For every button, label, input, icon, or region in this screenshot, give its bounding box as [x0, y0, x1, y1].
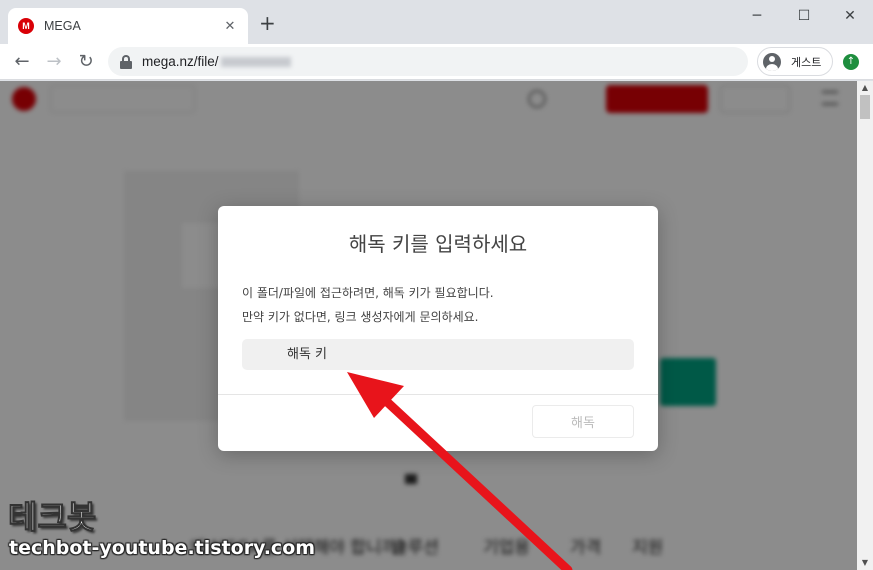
watermark-url: techbot-youtube.tistory.com — [9, 537, 316, 559]
reload-icon[interactable]: ↻ — [74, 50, 98, 74]
watermark-title: 테크봇 — [7, 498, 97, 537]
avatar-icon — [763, 52, 781, 71]
update-icon[interactable]: ↑ — [843, 54, 859, 70]
decryption-key-dialog: 해독 키를 입력하세요 이 폴더/파일에 접근하려면, 해독 키가 필요합니다.… — [218, 206, 658, 451]
browser-toolbar: ← → ↻ mega.nz/file/ 게스트 ↑ — [0, 44, 873, 80]
tab-strip: M MEGA ✕ + ─ ☐ ✕ — [0, 0, 873, 44]
decryption-key-input[interactable] — [242, 339, 634, 370]
lock-icon[interactable] — [120, 54, 132, 69]
scroll-up-icon[interactable]: ▲ — [857, 81, 873, 95]
decrypt-button[interactable]: 해독 — [532, 405, 634, 438]
dialog-message-line2: 만약 키가 없다면, 링크 생성자에게 문의하세요. — [242, 310, 479, 324]
new-tab-icon[interactable]: + — [259, 13, 276, 33]
window-close-icon[interactable]: ✕ — [840, 6, 860, 26]
back-icon[interactable]: ← — [10, 50, 34, 74]
browser-tab[interactable]: M MEGA ✕ — [8, 8, 248, 44]
dialog-message-line1: 이 폴더/파일에 접근하려면, 해독 키가 필요합니다. — [242, 286, 494, 300]
minimize-icon[interactable]: ─ — [747, 6, 767, 26]
dialog-divider — [218, 394, 658, 395]
url-text: mega.nz/file/ — [142, 54, 291, 69]
mega-favicon-icon: M — [18, 18, 34, 34]
tab-close-icon[interactable]: ✕ — [222, 19, 238, 34]
dialog-title: 해독 키를 입력하세요 — [348, 232, 528, 256]
forward-icon[interactable]: → — [42, 50, 66, 74]
scrollbar[interactable]: ▲ ▼ — [857, 81, 873, 570]
guest-profile-button[interactable]: 게스트 — [757, 47, 833, 76]
maximize-icon[interactable]: ☐ — [794, 6, 814, 26]
scroll-thumb[interactable] — [860, 95, 870, 119]
address-bar[interactable]: mega.nz/file/ — [108, 47, 748, 76]
web-page: 왜 MEGA를 선택해야 합니까? 솔루션 기업용 가격 지원 ▲ ▼ 해독 키… — [0, 81, 873, 570]
tab-title: MEGA — [44, 19, 81, 33]
url-redacted — [220, 57, 291, 68]
scroll-down-icon[interactable]: ▼ — [857, 556, 873, 570]
guest-label: 게스트 — [791, 55, 822, 69]
